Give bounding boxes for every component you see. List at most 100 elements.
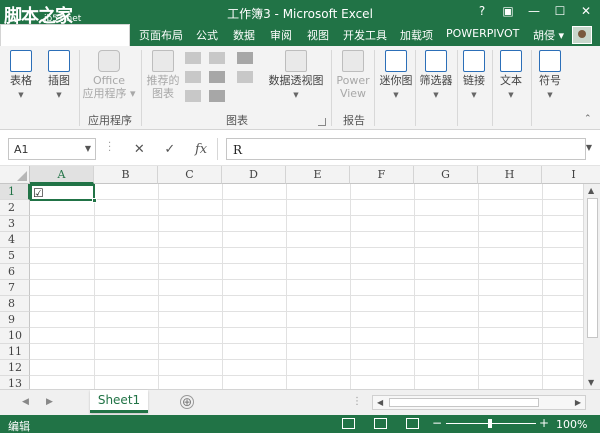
maximize-icon[interactable]: ☐ bbox=[550, 3, 570, 19]
charts-dialog-launcher-icon[interactable] bbox=[318, 118, 326, 126]
line-chart-icon[interactable] bbox=[185, 71, 201, 83]
vertical-scrollbar[interactable]: ▲ ▼ bbox=[583, 184, 600, 389]
chevron-down-icon: ▼ bbox=[56, 91, 62, 99]
text-button[interactable]: 文本 ▼ bbox=[497, 50, 525, 100]
page-layout-view-icon[interactable] bbox=[374, 418, 387, 429]
formula-bar: A1 ▼ · · · ✕ ✓ fx R ▼ bbox=[0, 130, 600, 166]
scroll-down-icon[interactable]: ▼ bbox=[588, 378, 594, 387]
tab-page-layout[interactable]: 页面布局 bbox=[139, 27, 183, 43]
worksheet-grid[interactable]: ABCDEFGHI 1 2 3 4 5 6 7 8 9 10 11 12 13 ☑ ▲ ▼ bbox=[0, 166, 600, 389]
column-header[interactable]: A bbox=[30, 166, 94, 184]
pivotchart-button[interactable]: 数据透视图 ▼ bbox=[266, 50, 326, 100]
tab-view[interactable]: 视图 bbox=[307, 27, 329, 43]
user-name[interactable]: 胡侵 ▾ bbox=[533, 27, 564, 43]
horizontal-scroll-thumb[interactable] bbox=[389, 398, 539, 407]
help-icon[interactable]: ? bbox=[472, 3, 492, 19]
split-handle-icon[interactable]: ⋮ bbox=[352, 396, 362, 407]
sheet-tab-sheet1[interactable]: Sheet1 bbox=[90, 390, 148, 413]
scroll-left-icon[interactable]: ◀ bbox=[377, 398, 383, 407]
column-header[interactable]: F bbox=[350, 166, 414, 184]
column-header[interactable]: G bbox=[414, 166, 478, 184]
links-label: 链接 bbox=[463, 74, 485, 87]
scatter-chart-icon[interactable] bbox=[237, 52, 253, 64]
formula-input[interactable]: R bbox=[226, 138, 586, 160]
row-header[interactable]: 6 bbox=[0, 264, 30, 280]
office-apps-button[interactable]: Office 应用程序 ▾ bbox=[82, 50, 136, 100]
row-header[interactable]: 13 bbox=[0, 376, 30, 389]
chevron-down-icon[interactable]: ▼ bbox=[85, 144, 91, 153]
zoom-level[interactable]: 100% bbox=[556, 418, 587, 431]
row-header[interactable]: 11 bbox=[0, 344, 30, 360]
ribbon-separator bbox=[457, 50, 458, 126]
select-all-button[interactable] bbox=[0, 166, 30, 184]
expand-formula-icon[interactable]: ▼ bbox=[586, 143, 592, 152]
map-chart-icon[interactable] bbox=[209, 90, 225, 102]
drag-handle-icon[interactable]: · · · bbox=[108, 139, 111, 157]
statistic-chart-icon[interactable] bbox=[209, 71, 225, 83]
column-header[interactable]: I bbox=[542, 166, 600, 184]
column-header[interactable]: C bbox=[158, 166, 222, 184]
illustrations-icon bbox=[48, 50, 70, 72]
tab-data[interactable]: 数据 bbox=[233, 27, 255, 43]
gridline bbox=[478, 184, 479, 389]
minimize-icon[interactable]: — bbox=[524, 3, 544, 19]
vertical-scroll-thumb[interactable] bbox=[587, 198, 598, 338]
column-header[interactable]: H bbox=[478, 166, 542, 184]
add-sheet-icon[interactable]: ⊕ bbox=[180, 395, 194, 409]
row-header[interactable]: 9 bbox=[0, 312, 30, 328]
row-header[interactable]: 12 bbox=[0, 360, 30, 376]
tab-addins[interactable]: 加载项 bbox=[400, 27, 433, 43]
tab-review[interactable]: 审阅 bbox=[270, 27, 292, 43]
insert-function-icon[interactable]: fx bbox=[195, 142, 207, 157]
enter-icon[interactable]: ✓ bbox=[164, 142, 175, 157]
tab-powerpivot[interactable]: POWERPIVOT bbox=[446, 27, 519, 40]
row-header[interactable]: 2 bbox=[0, 200, 30, 216]
column-header[interactable]: B bbox=[94, 166, 158, 184]
column-header[interactable]: E bbox=[286, 166, 350, 184]
sparklines-button[interactable]: 迷你图 ▼ bbox=[378, 50, 414, 100]
recommended-charts-label-1: 推荐的 bbox=[146, 74, 180, 87]
scroll-up-icon[interactable]: ▲ bbox=[588, 186, 594, 195]
row-header[interactable]: 10 bbox=[0, 328, 30, 344]
column-chart-icon[interactable] bbox=[185, 52, 201, 64]
scroll-right-icon[interactable]: ▶ bbox=[575, 398, 581, 407]
tab-formulas[interactable]: 公式 bbox=[196, 27, 218, 43]
symbols-button[interactable]: 符号 ▼ bbox=[536, 50, 564, 100]
row-header[interactable]: 5 bbox=[0, 248, 30, 264]
page-break-view-icon[interactable] bbox=[406, 418, 419, 429]
table-button[interactable]: 表格 ▼ bbox=[6, 50, 36, 100]
recommended-charts-button[interactable]: 推荐的 图表 bbox=[144, 50, 182, 100]
sheet-next-icon[interactable]: ▶ bbox=[46, 397, 53, 407]
normal-view-icon[interactable] bbox=[342, 418, 355, 429]
power-view-button[interactable]: Power View bbox=[334, 50, 372, 100]
hierarchy-chart-icon[interactable] bbox=[209, 52, 225, 64]
gridline bbox=[30, 263, 600, 264]
sheet-prev-icon[interactable]: ◀ bbox=[22, 397, 29, 407]
avatar[interactable] bbox=[572, 26, 592, 44]
chevron-down-icon: ▼ bbox=[18, 91, 24, 99]
cancel-icon[interactable]: ✕ bbox=[134, 142, 145, 157]
horizontal-scrollbar[interactable]: ◀ ▶ bbox=[372, 395, 586, 410]
zoom-slider-knob[interactable] bbox=[488, 419, 492, 428]
row-header[interactable]: 7 bbox=[0, 280, 30, 296]
illustrations-button[interactable]: 插图 ▼ bbox=[44, 50, 74, 100]
row-header[interactable]: 1 bbox=[0, 184, 30, 200]
row-header[interactable]: 3 bbox=[0, 216, 30, 232]
window-controls: ? ▣ — ☐ ✕ bbox=[472, 3, 596, 19]
tab-developer[interactable]: 开发工具 bbox=[343, 27, 387, 43]
combo-chart-icon[interactable] bbox=[237, 71, 253, 83]
filters-button[interactable]: 筛选器 ▼ bbox=[418, 50, 454, 100]
tab-insert[interactable] bbox=[0, 24, 130, 46]
fill-handle[interactable] bbox=[92, 198, 97, 203]
name-box[interactable]: A1 ▼ bbox=[8, 138, 96, 160]
zoom-in-button[interactable]: + bbox=[539, 416, 549, 430]
ribbon-display-icon[interactable]: ▣ bbox=[498, 3, 518, 19]
zoom-out-button[interactable]: − bbox=[432, 416, 442, 430]
row-header[interactable]: 4 bbox=[0, 232, 30, 248]
row-header[interactable]: 8 bbox=[0, 296, 30, 312]
close-icon[interactable]: ✕ bbox=[576, 3, 596, 19]
collapse-ribbon-icon[interactable]: ⌃ bbox=[584, 114, 592, 124]
pie-chart-icon[interactable] bbox=[185, 90, 201, 102]
column-header[interactable]: D bbox=[222, 166, 286, 184]
links-button[interactable]: 链接 ▼ bbox=[460, 50, 488, 100]
